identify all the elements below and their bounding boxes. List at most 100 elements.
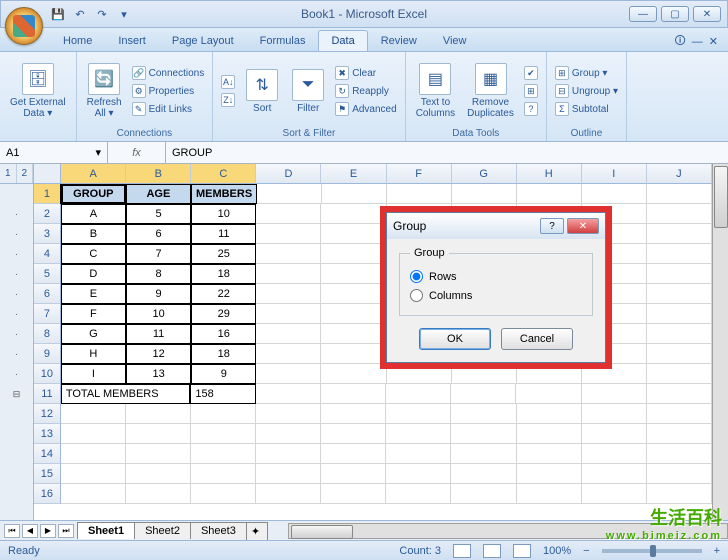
row-header[interactable]: 1 bbox=[34, 184, 61, 204]
cell[interactable] bbox=[256, 304, 321, 324]
maximize-button[interactable]: ▢ bbox=[661, 6, 689, 22]
cell[interactable] bbox=[256, 384, 321, 404]
row-header[interactable]: 16 bbox=[34, 484, 61, 504]
chevron-down-icon[interactable]: ▾ bbox=[95, 146, 101, 159]
zoom-in-icon[interactable]: + bbox=[714, 545, 720, 557]
cell[interactable] bbox=[61, 424, 126, 444]
cell[interactable]: 5 bbox=[126, 204, 191, 224]
cell[interactable] bbox=[256, 404, 321, 424]
cell[interactable] bbox=[517, 184, 582, 204]
cell[interactable] bbox=[61, 404, 126, 424]
outline-level-2[interactable]: 2 bbox=[17, 164, 34, 183]
cell[interactable]: 6 bbox=[126, 224, 191, 244]
cell[interactable] bbox=[256, 324, 321, 344]
cell[interactable] bbox=[191, 404, 256, 424]
remove-duplicates-button[interactable]: ▦Remove Duplicates bbox=[463, 61, 518, 121]
cell[interactable] bbox=[321, 384, 386, 404]
outline-mark[interactable]: ⊟ bbox=[0, 384, 33, 404]
cell[interactable] bbox=[126, 464, 191, 484]
tab-page-layout[interactable]: Page Layout bbox=[159, 30, 247, 51]
cell[interactable] bbox=[256, 464, 321, 484]
cell[interactable]: D bbox=[61, 264, 126, 284]
cell[interactable] bbox=[517, 444, 582, 464]
tab-data[interactable]: Data bbox=[318, 30, 367, 51]
filter-button[interactable]: ⏷Filter bbox=[287, 67, 329, 116]
cell[interactable] bbox=[191, 444, 256, 464]
next-sheet-icon[interactable]: ▶ bbox=[40, 524, 56, 538]
outline-mark[interactable] bbox=[0, 404, 33, 424]
outline-mark[interactable]: · bbox=[0, 364, 33, 384]
prev-sheet-icon[interactable]: ◀ bbox=[22, 524, 38, 538]
cell[interactable]: 12 bbox=[126, 344, 191, 364]
name-box[interactable]: A1▾ bbox=[0, 142, 108, 163]
cell[interactable] bbox=[321, 424, 386, 444]
cell[interactable] bbox=[126, 444, 191, 464]
cell[interactable] bbox=[61, 444, 126, 464]
what-if-icon[interactable]: ? bbox=[522, 101, 540, 117]
outline-mark[interactable]: · bbox=[0, 224, 33, 244]
redo-icon[interactable]: ↷ bbox=[93, 5, 111, 23]
cell[interactable] bbox=[386, 424, 451, 444]
col-header-G[interactable]: G bbox=[452, 164, 517, 184]
cell[interactable] bbox=[647, 184, 712, 204]
cell[interactable] bbox=[321, 404, 386, 424]
cell[interactable] bbox=[321, 484, 386, 504]
cell[interactable] bbox=[256, 244, 321, 264]
data-validation-icon[interactable]: ✔ bbox=[522, 65, 540, 81]
first-sheet-icon[interactable]: ⏮ bbox=[4, 524, 20, 538]
cell[interactable] bbox=[386, 404, 451, 424]
cell[interactable] bbox=[321, 364, 386, 384]
cell[interactable] bbox=[321, 244, 386, 264]
refresh-all-button[interactable]: 🔄Refresh All ▾ bbox=[83, 61, 126, 121]
cell[interactable]: G bbox=[61, 324, 126, 344]
cell[interactable] bbox=[451, 484, 516, 504]
ribbon-close-icon[interactable]: ✕ bbox=[709, 35, 718, 48]
outline-mark[interactable] bbox=[0, 424, 33, 444]
cell[interactable] bbox=[647, 444, 712, 464]
cell[interactable] bbox=[256, 444, 321, 464]
cell[interactable]: I bbox=[61, 364, 126, 384]
cell[interactable] bbox=[386, 384, 451, 404]
outline-mark[interactable]: · bbox=[0, 284, 33, 304]
row-header[interactable]: 2 bbox=[34, 204, 61, 224]
cell[interactable] bbox=[647, 244, 712, 264]
cell[interactable] bbox=[647, 204, 712, 224]
cell[interactable] bbox=[516, 384, 581, 404]
tab-review[interactable]: Review bbox=[368, 30, 430, 51]
cell[interactable] bbox=[647, 304, 712, 324]
cell[interactable] bbox=[582, 404, 647, 424]
cell[interactable] bbox=[387, 184, 452, 204]
cell[interactable] bbox=[582, 424, 647, 444]
cell[interactable] bbox=[256, 364, 321, 384]
close-button[interactable]: ✕ bbox=[693, 6, 721, 22]
radio-rows[interactable]: Rows bbox=[410, 267, 582, 286]
sort-az-button[interactable]: A↓ bbox=[219, 74, 237, 90]
cell[interactable] bbox=[321, 304, 386, 324]
tab-view[interactable]: View bbox=[430, 30, 480, 51]
advanced-button[interactable]: ⚑Advanced bbox=[333, 101, 398, 117]
cell[interactable]: 11 bbox=[191, 224, 256, 244]
cell[interactable]: 8 bbox=[126, 264, 191, 284]
cell[interactable] bbox=[582, 444, 647, 464]
cell[interactable]: 10 bbox=[191, 204, 256, 224]
cell[interactable] bbox=[191, 484, 256, 504]
outline-mark[interactable]: · bbox=[0, 264, 33, 284]
row-header[interactable]: 8 bbox=[34, 324, 61, 344]
cell[interactable]: 9 bbox=[191, 364, 256, 384]
outline-mark[interactable] bbox=[0, 444, 33, 464]
cell[interactable] bbox=[517, 424, 582, 444]
row-header[interactable]: 6 bbox=[34, 284, 61, 304]
fx-icon[interactable]: fx bbox=[132, 147, 141, 159]
dialog-cancel-button[interactable]: Cancel bbox=[501, 328, 573, 350]
cell[interactable] bbox=[256, 484, 321, 504]
cell[interactable] bbox=[647, 284, 712, 304]
group-button[interactable]: ⊞Group ▾ bbox=[553, 65, 620, 81]
sort-button[interactable]: ⇅Sort bbox=[241, 67, 283, 116]
cell[interactable] bbox=[256, 344, 321, 364]
consolidate-icon[interactable]: ⊞ bbox=[522, 83, 540, 99]
row-header[interactable]: 15 bbox=[34, 464, 61, 484]
cell[interactable] bbox=[322, 184, 387, 204]
sheet-tab-1[interactable]: Sheet1 bbox=[77, 522, 135, 539]
col-header-F[interactable]: F bbox=[387, 164, 452, 184]
cell[interactable] bbox=[126, 424, 191, 444]
